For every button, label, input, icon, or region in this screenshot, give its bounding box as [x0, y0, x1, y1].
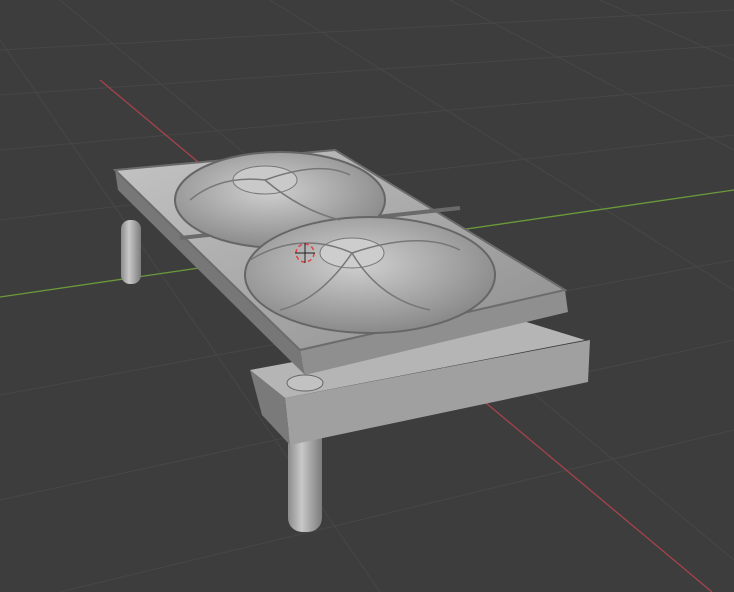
radiator-model[interactable]	[112, 148, 590, 532]
3d-viewport[interactable]	[0, 0, 734, 592]
cap	[286, 374, 324, 392]
viewport-canvas[interactable]	[0, 0, 734, 592]
fan-2	[244, 216, 496, 334]
back-leg	[121, 220, 141, 284]
